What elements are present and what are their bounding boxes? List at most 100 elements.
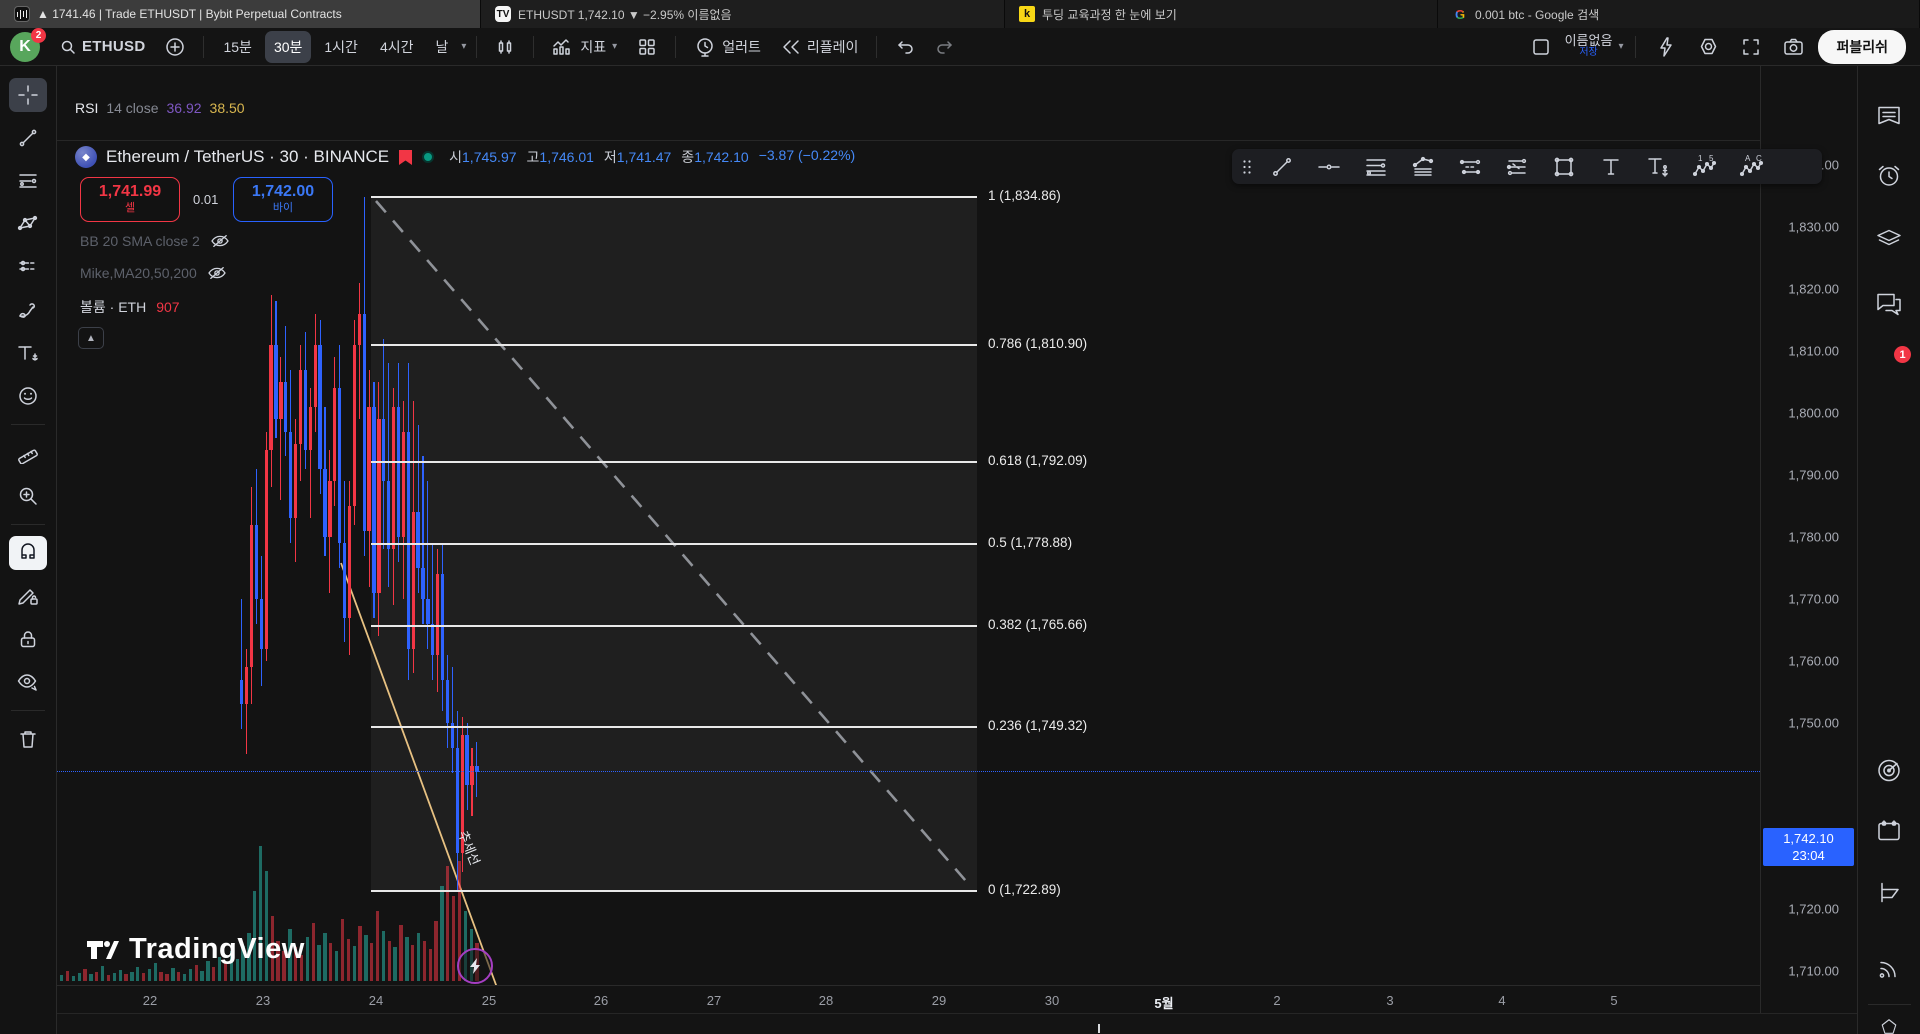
- trend-line-tool-button[interactable]: [9, 121, 47, 155]
- hide-drawings-button[interactable]: [9, 665, 47, 699]
- layout-name[interactable]: 이름없음 저장: [1565, 34, 1613, 59]
- indicator-row-ma[interactable]: Mike,MA20,50,200: [80, 265, 227, 281]
- fib-level-line[interactable]: [371, 195, 977, 198]
- streams-button[interactable]: [1876, 956, 1902, 987]
- float-trend-line-button[interactable]: [1258, 149, 1305, 184]
- browser-tab-k[interactable]: k 투딩 교육과정 한 눈에 보기: [1005, 0, 1438, 28]
- hotlist-button[interactable]: [1875, 757, 1903, 790]
- quick-search-button[interactable]: [1648, 30, 1684, 64]
- price-tick-label: 1,810.00: [1788, 343, 1839, 359]
- symbol-search-button[interactable]: ETHUSD: [52, 32, 153, 61]
- position-tool-button[interactable]: [9, 250, 47, 284]
- signal-waves-icon: [1879, 961, 1896, 978]
- fib-level-line[interactable]: [371, 461, 977, 464]
- brush-tool-button[interactable]: [9, 293, 47, 327]
- pattern-tool-button[interactable]: [9, 207, 47, 241]
- volume-bar: [387, 941, 391, 981]
- timeframe-15m[interactable]: 15분: [214, 31, 260, 63]
- measure-tool-button[interactable]: [9, 436, 47, 470]
- layout-select-button[interactable]: [1523, 31, 1559, 63]
- time-axis[interactable]: 22 23 24 25 26 27 28 29 30 5월 2 3 4 5: [57, 985, 1760, 1013]
- timeframe-chevron-icon[interactable]: ▾: [461, 41, 466, 52]
- eye-off-icon[interactable]: [210, 233, 230, 249]
- chart-settings-button[interactable]: [1690, 30, 1727, 63]
- trade-panel-button[interactable]: [1876, 880, 1902, 911]
- save-link[interactable]: 저장: [1579, 47, 1597, 59]
- magnet-tool-button[interactable]: [9, 536, 47, 570]
- order-panel-icon: [1881, 882, 1899, 903]
- zoom-in-icon: [19, 487, 37, 505]
- volume-bar: [352, 946, 356, 981]
- remove-drawings-button[interactable]: [9, 722, 47, 756]
- fib-level-line[interactable]: [371, 890, 977, 893]
- zoom-in-tool-button[interactable]: [9, 479, 47, 513]
- float-xabcd-button[interactable]: AC: [1728, 149, 1775, 184]
- watchlist-button[interactable]: [1876, 105, 1902, 134]
- compare-add-button[interactable]: [157, 31, 193, 63]
- fib-level-line[interactable]: [371, 726, 977, 729]
- screenshot-button[interactable]: [1775, 31, 1812, 62]
- replay-button[interactable]: 리플레이: [773, 31, 867, 63]
- alert-button[interactable]: 얼러트: [686, 30, 769, 64]
- symbol-legend[interactable]: ◆ Ethereum / TetherUS · 30 · BINANCE 시1,…: [75, 146, 855, 168]
- undo-button[interactable]: [887, 33, 923, 61]
- eye-off-icon[interactable]: [207, 265, 227, 281]
- pane-separator[interactable]: [57, 140, 1920, 141]
- fib-level-line[interactable]: [371, 344, 977, 347]
- fib-level-line[interactable]: [371, 542, 977, 545]
- market-status-icon[interactable]: [422, 151, 435, 163]
- browser-tab-bybit[interactable]: ▲ 1741.46 | Trade ETHUSDT | Bybit Perpet…: [0, 0, 481, 28]
- alerts-button[interactable]: [1876, 164, 1902, 195]
- candle-body: [357, 313, 361, 345]
- chat-button[interactable]: [1875, 291, 1903, 322]
- candle-wick: [388, 363, 390, 587]
- parallel-channel-icon: [1459, 159, 1480, 174]
- flash-badge-icon[interactable]: [457, 948, 493, 984]
- indicators-button[interactable]: 지표 ▾: [544, 31, 625, 63]
- time-tick-label: 2: [1273, 993, 1281, 1008]
- fib-level-line[interactable]: [371, 624, 977, 627]
- lock-drawings-button[interactable]: [9, 622, 47, 656]
- rsi-legend[interactable]: RSI 14 close 36.92 38.50: [75, 100, 245, 116]
- timeframe-1d[interactable]: 날: [426, 31, 457, 63]
- browser-tab-google[interactable]: G 0.001 btc - Google 검색: [1438, 0, 1920, 28]
- redo-button[interactable]: [927, 33, 963, 61]
- indicator-templates-button[interactable]: [629, 31, 665, 63]
- user-avatar[interactable]: K 2: [10, 27, 46, 62]
- float-elliott-wave-button[interactable]: 15: [1681, 149, 1728, 184]
- float-disjoint-channel-button[interactable]: [1493, 149, 1540, 184]
- pane-handle[interactable]: [1098, 1024, 1100, 1033]
- float-text-button[interactable]: [1587, 149, 1634, 184]
- candle-body: [421, 568, 425, 599]
- float-horizontal-line-button[interactable]: [1305, 149, 1352, 184]
- timeframe-4h[interactable]: 4시간: [371, 31, 423, 63]
- float-parallel-channel-button[interactable]: [1446, 149, 1493, 184]
- legend-collapse-button[interactable]: ▲: [78, 327, 104, 349]
- alert-clock-icon: [1878, 165, 1900, 186]
- emoji-tool-button[interactable]: [9, 379, 47, 413]
- object-tree-button[interactable]: [1875, 227, 1903, 256]
- divider: [11, 524, 45, 525]
- float-trend-fib-button[interactable]: [1399, 149, 1446, 184]
- fullscreen-button[interactable]: [1733, 31, 1769, 63]
- browser-tab-tradingview[interactable]: TV ETHUSDT 1,742.10 ▼ −2.95% 이름없음: [481, 0, 1005, 28]
- timeframe-1h[interactable]: 1시간: [315, 31, 367, 63]
- layout-chevron-icon[interactable]: ▾: [1618, 41, 1623, 52]
- publish-button[interactable]: 퍼블리쉬: [1818, 29, 1906, 64]
- fib-tool-button[interactable]: [9, 164, 47, 198]
- price-axis[interactable]: 1,742.10 23:04 907 1,840.001,830.001,820…: [1760, 66, 1857, 1034]
- more-button[interactable]: [1877, 1018, 1901, 1034]
- crosshair-tool-button[interactable]: [9, 78, 47, 112]
- chart-style-button[interactable]: [487, 31, 523, 63]
- text-tool-button[interactable]: [9, 336, 47, 370]
- timeframe-30m-selected[interactable]: 30분: [264, 30, 312, 63]
- toolbar-drag-handle[interactable]: [1236, 159, 1258, 175]
- flag-bookmark-icon[interactable]: [398, 149, 413, 166]
- drawing-mode-button[interactable]: [9, 579, 47, 613]
- float-anchored-text-button[interactable]: [1634, 149, 1681, 184]
- indicator-row-volume[interactable]: 볼륨 · ETH 907: [80, 297, 180, 317]
- float-rectangle-button[interactable]: [1540, 149, 1587, 184]
- calendar-button[interactable]: [1876, 818, 1902, 849]
- indicator-row-bb[interactable]: BB 20 SMA close 2: [80, 233, 230, 249]
- float-fib-retracement-button[interactable]: [1352, 149, 1399, 184]
